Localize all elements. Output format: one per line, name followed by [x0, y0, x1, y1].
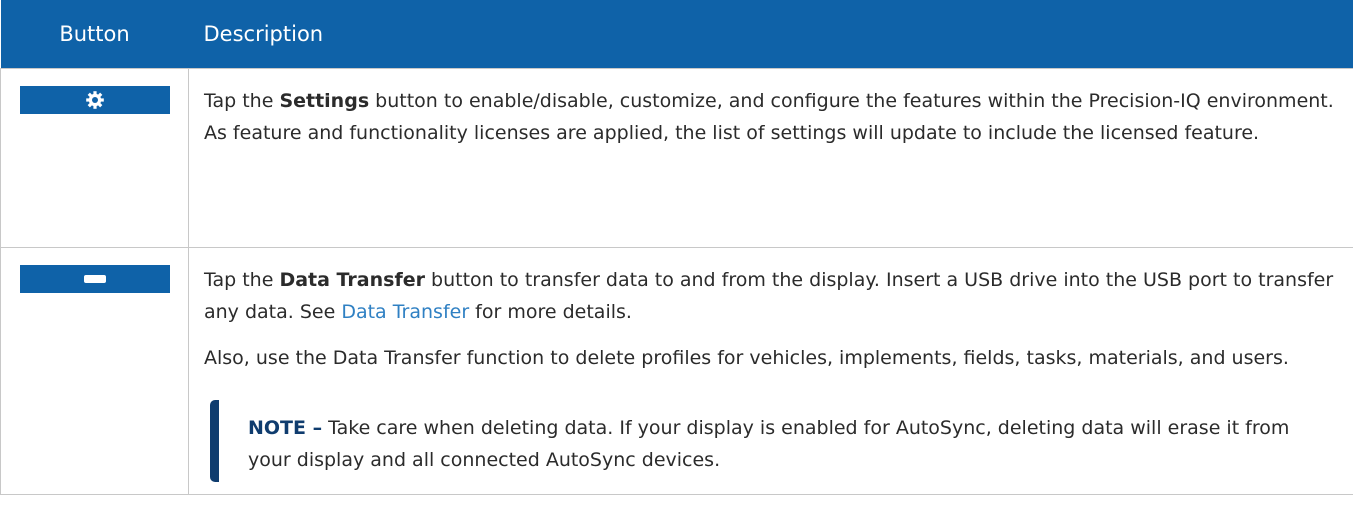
settings-term: Settings — [279, 90, 370, 112]
table-row: Tap the Settings button to enable/disabl… — [0, 68, 1353, 248]
settings-description: Tap the Settings button to enable/disabl… — [204, 90, 1334, 144]
button-cell — [0, 247, 189, 495]
table-row: Tap the Data Transfer button to transfer… — [0, 247, 1353, 495]
note-text: Take care when deleting data. If your di… — [248, 417, 1290, 471]
note-label: NOTE – — [248, 417, 323, 439]
data-transfer-button[interactable] — [19, 265, 170, 293]
button-cell — [0, 68, 189, 248]
description-cell: Tap the Settings button to enable/disabl… — [188, 68, 1353, 248]
note-box: NOTE – Take care when deleting data. If … — [210, 400, 1338, 482]
delete-profiles-paragraph: Also, use the Data Transfer function to … — [204, 347, 1289, 369]
data-transfer-description: Tap the Data Transfer button to transfer… — [204, 269, 1334, 323]
data-transfer-link[interactable]: Data Transfer — [341, 301, 469, 323]
settings-button[interactable] — [19, 86, 170, 114]
button-description-table: Button Description Tap the Settings butt… — [0, 0, 1353, 495]
data-transfer-term: Data Transfer — [279, 269, 425, 291]
usb-drive-icon — [83, 275, 106, 283]
description-cell: Tap the Data Transfer button to transfer… — [188, 247, 1353, 495]
table-header-row: Button Description — [0, 0, 1353, 69]
header-button: Button — [0, 0, 189, 69]
gear-icon — [85, 91, 104, 109]
header-description: Description — [188, 0, 1353, 69]
